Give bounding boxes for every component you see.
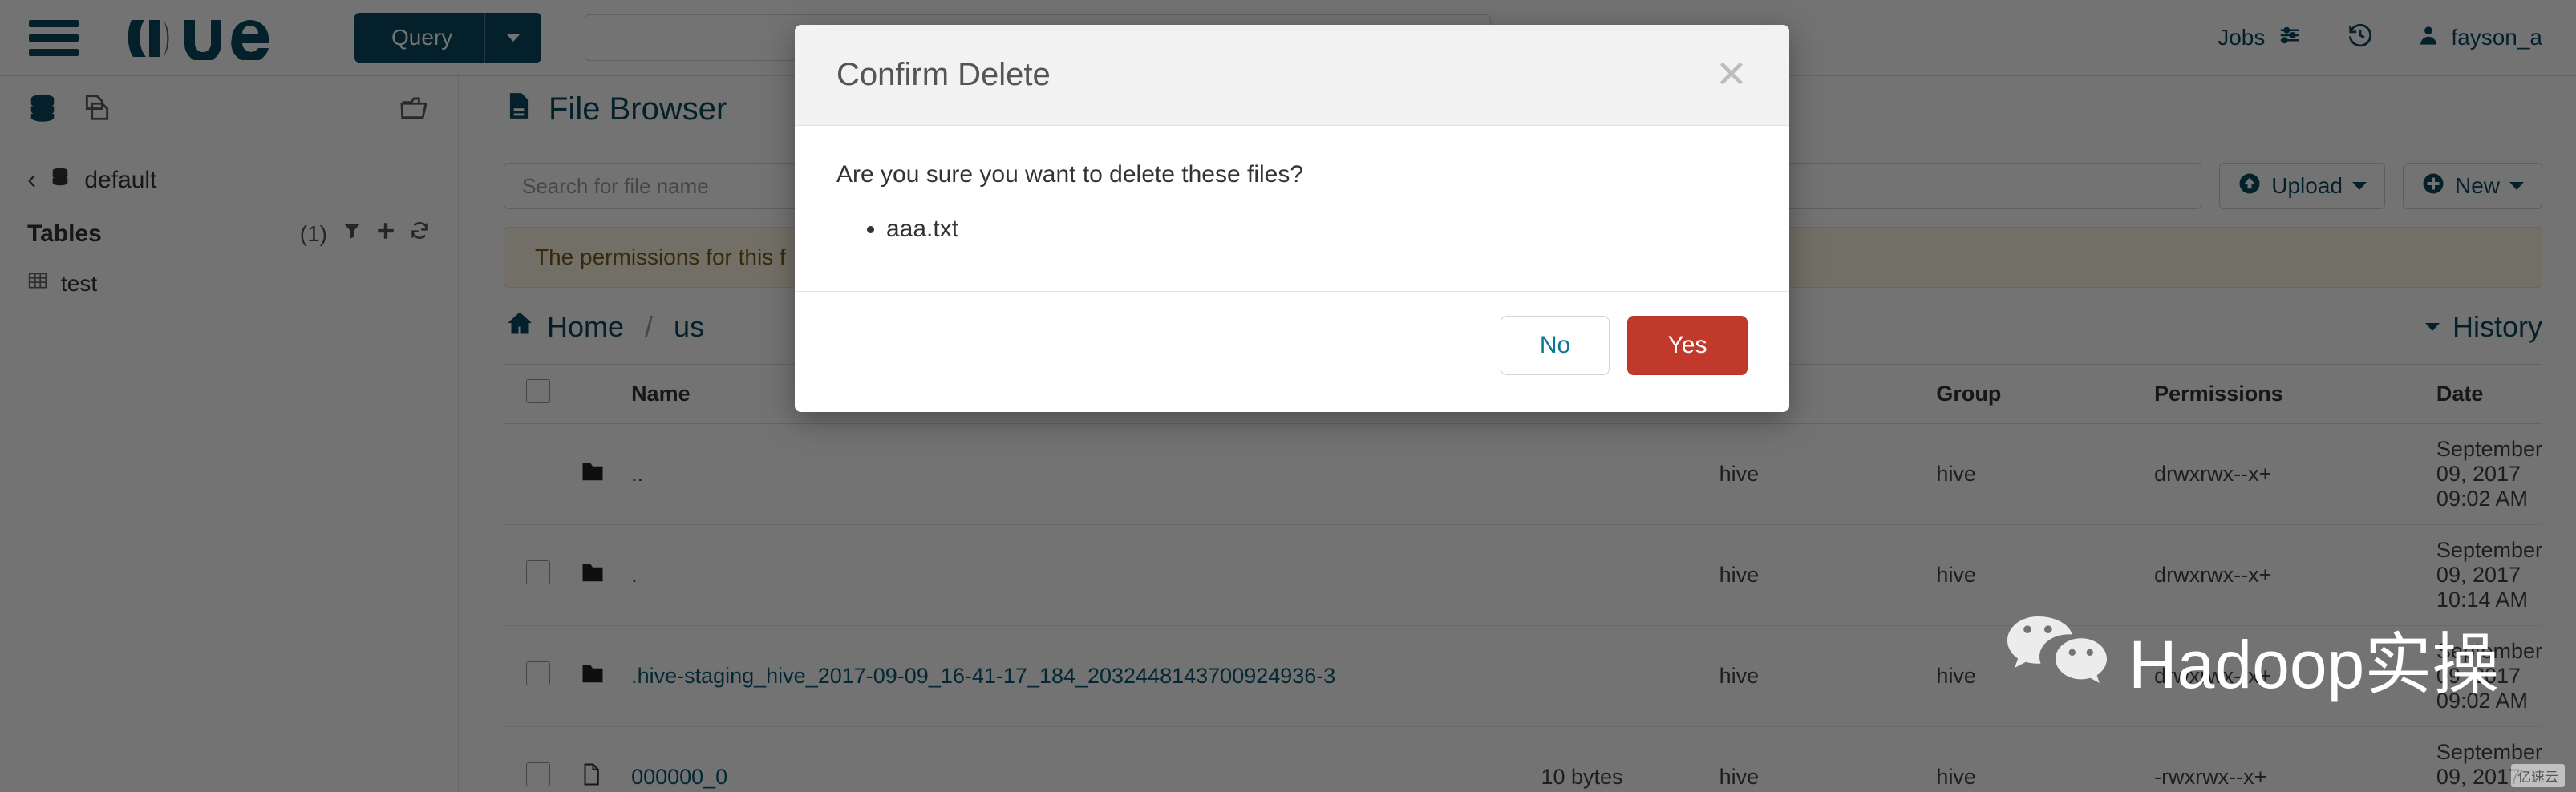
app-root: Query Jobs [0, 0, 2576, 792]
modal-title: Confirm Delete [836, 57, 1051, 92]
modal-file-item: aaa.txt [886, 216, 1748, 243]
yes-button[interactable]: Yes [1627, 316, 1748, 375]
watermark-badge: 亿速云 [2511, 764, 2565, 787]
confirm-delete-modal: Confirm Delete ✕ Are you sure you want t… [795, 25, 1789, 412]
no-button[interactable]: No [1501, 316, 1610, 375]
close-icon[interactable]: ✕ [1715, 55, 1748, 95]
modal-question: Are you sure you want to delete these fi… [836, 161, 1304, 188]
modal-file-list: aaa.txt [869, 216, 1748, 243]
modal-body: Are you sure you want to delete these fi… [795, 126, 1789, 291]
modal-header: Confirm Delete ✕ [795, 25, 1789, 126]
modal-footer: No Yes [795, 291, 1789, 412]
